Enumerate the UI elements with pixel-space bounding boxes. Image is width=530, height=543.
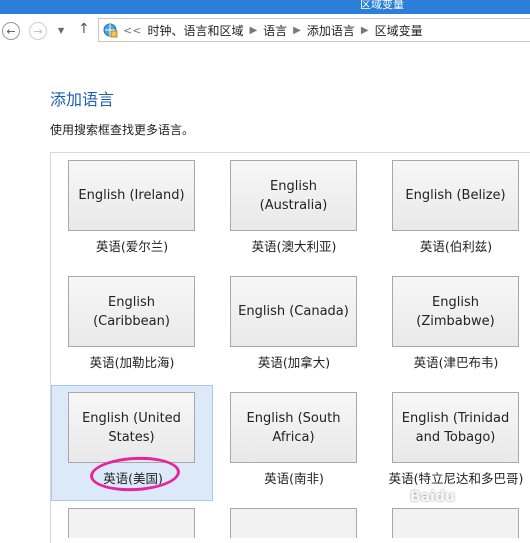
language-caption: 英语(爱尔兰)	[95, 239, 169, 254]
forward-arrow-icon: →	[33, 24, 43, 38]
breadcrumb-chevron-icon[interactable]: ▶	[293, 25, 301, 36]
up-arrow-icon[interactable]: ↑	[78, 21, 90, 37]
language-tile[interactable]: English (Trinidad and Tobago) 英语(特立尼达和多巴…	[375, 385, 530, 501]
language-button-partial[interactable]	[392, 508, 519, 538]
language-button[interactable]: English (Australia)	[230, 160, 357, 231]
forward-button[interactable]: →	[29, 22, 47, 40]
language-button-partial[interactable]	[68, 508, 195, 538]
language-tile[interactable]: English (Canada) 英语(加拿大)	[213, 269, 375, 385]
page-description: 使用搜索框查找更多语言。	[50, 123, 195, 137]
window-title: 区域变量	[360, 0, 404, 11]
language-tile[interactable]: English (Australia) 英语(澳大利亚)	[213, 153, 375, 269]
language-caption: 英语(澳大利亚)	[251, 239, 337, 254]
back-arrow-icon: ←	[6, 24, 16, 38]
breadcrumb-overflow[interactable]: <<	[123, 24, 141, 37]
language-caption: 英语(加拿大)	[257, 355, 331, 370]
watermark: Baidu	[410, 489, 455, 505]
language-caption: 英语(南非)	[264, 471, 324, 486]
language-button[interactable]: English (Belize)	[392, 160, 519, 231]
language-button[interactable]: English (Ireland)	[68, 160, 195, 231]
language-button-partial[interactable]	[230, 508, 357, 538]
language-tile[interactable]: English (South Africa) 英语(南非)	[213, 385, 375, 501]
language-caption: 英语(津巴布韦)	[413, 355, 499, 370]
language-button[interactable]: English (Zimbabwe)	[392, 276, 519, 347]
breadcrumb-chevron-icon[interactable]: ▶	[361, 25, 369, 36]
navigation-bar: ← → ▼ ↑ << 时钟、语言和区域 ▶ 语言 ▶ 添加语言 ▶ 区域变量	[0, 14, 530, 48]
address-bar[interactable]: << 时钟、语言和区域 ▶ 语言 ▶ 添加语言 ▶ 区域变量	[98, 18, 530, 42]
window-titlebar: 区域变量	[0, 0, 530, 14]
page-title: 添加语言	[50, 90, 115, 109]
language-tile[interactable]: English (Ireland) 英语(爱尔兰)	[51, 153, 213, 269]
language-caption: 英语(特立尼达和多巴哥)	[388, 471, 524, 486]
language-button[interactable]: English (United States)	[68, 392, 195, 463]
breadcrumb-item[interactable]: 语言	[263, 22, 287, 39]
language-button[interactable]: English (Caribbean)	[68, 276, 195, 347]
back-button[interactable]: ←	[2, 22, 20, 40]
breadcrumb-chevron-icon[interactable]: ▶	[249, 25, 257, 36]
language-tile[interactable]: English (Caribbean) 英语(加勒比海)	[51, 269, 213, 385]
language-tile[interactable]: English (Zimbabwe) 英语(津巴布韦)	[375, 269, 530, 385]
language-button[interactable]: English (South Africa)	[230, 392, 357, 463]
language-caption: 英语(伯利兹)	[419, 239, 493, 254]
language-caption: 英语(加勒比海)	[89, 355, 175, 370]
recent-pages-dropdown-icon[interactable]: ▼	[58, 26, 64, 35]
control-panel-icon	[103, 23, 118, 38]
breadcrumb-item[interactable]: 区域变量	[375, 22, 423, 39]
language-button[interactable]: English (Canada)	[230, 276, 357, 347]
breadcrumb-item[interactable]: 添加语言	[307, 22, 355, 39]
language-tile[interactable]: English (Belize) 英语(伯利兹)	[375, 153, 530, 269]
breadcrumb-item[interactable]: 时钟、语言和区域	[147, 22, 243, 39]
language-button[interactable]: English (Trinidad and Tobago)	[392, 392, 519, 463]
